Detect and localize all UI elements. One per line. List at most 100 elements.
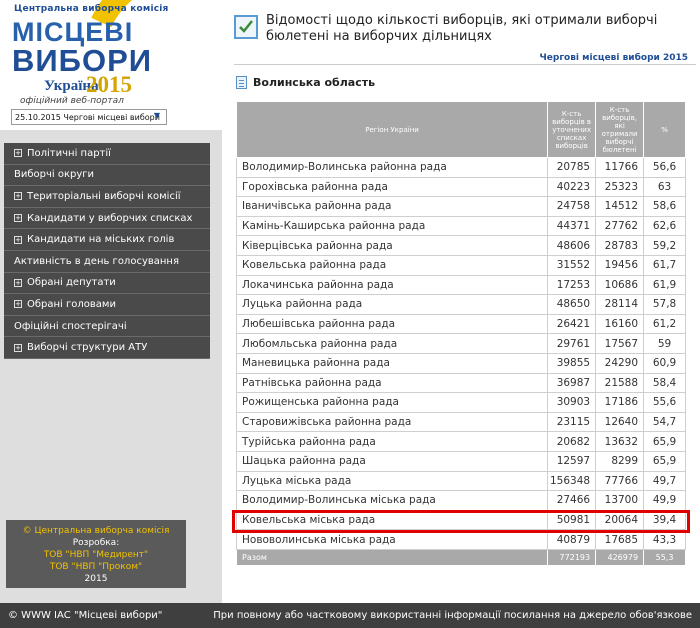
menu-item[interactable]: + Обрані депутати	[4, 273, 210, 295]
row-voters: 17253	[547, 274, 597, 296]
row-voters: 24758	[547, 196, 597, 217]
row-voters: 31552	[547, 254, 597, 276]
row-region-name: Ківерцівська районна рада	[235, 235, 549, 256]
row-voters: 27466	[547, 490, 597, 511]
menu-item[interactable]: + Територіальні виборчі комісії	[4, 186, 210, 208]
row-region-name: Іваничівська районна рада	[235, 196, 549, 217]
row-region-name: Володимир-Волинська міська рада	[235, 490, 549, 511]
total-pct: 55,3	[643, 548, 686, 566]
logo-cvk-text: Центральна виборча комісія	[14, 4, 169, 14]
menu-item-label: Територіальні виборчі комісії	[27, 190, 181, 202]
row-voters: 48606	[547, 235, 597, 256]
plus-box-icon: +	[14, 192, 22, 201]
total-label: Разом	[235, 548, 549, 566]
footer: © WWW ІАС "Місцеві вибори" При повному а…	[0, 603, 700, 628]
table-row: Іваничівська районна рада 24758 14512 58,6	[235, 196, 686, 217]
menu-item[interactable]: + Кандидати у виборчих списках	[4, 208, 210, 230]
row-pct: 61,9	[643, 274, 686, 296]
menu-item[interactable]: + Кандидати на міських голів	[4, 229, 210, 251]
row-voters: 20682	[547, 431, 597, 452]
table-row: Ратнівська районна рада 36987 21588 58,4	[235, 372, 686, 394]
credits-dev1[interactable]: ТОВ "НВП "Медирент"	[6, 549, 186, 561]
menu-item-label: Виборчі округи	[14, 169, 95, 181]
table-row: Турійська районна рада 20682 13632 65,9	[235, 431, 686, 452]
row-region-name: Луцька міська рада	[235, 470, 549, 492]
row-pct: 63	[643, 176, 686, 198]
credits-year: 2015	[84, 574, 108, 584]
credits-copyright[interactable]: © Центральна виборча комісія	[6, 525, 186, 537]
credits-dev-label: Розробка:	[72, 538, 120, 548]
region-title: Волинська область	[236, 76, 375, 89]
menu-item[interactable]: Офіційні спостерігачі	[4, 316, 210, 338]
row-pct: 56,6	[643, 157, 686, 178]
table-row: Ковельська районна рада 31552 19456 61,7	[235, 254, 686, 276]
table-row: Локачинська районна рада 17253 10686 61,9	[235, 274, 686, 296]
table-row: Ківерцівська районна рада 48606 28783 59,2	[235, 235, 686, 256]
footer-notice: При повному або частковому використанні …	[213, 610, 692, 621]
menu-item[interactable]: + Виборчі структури АТУ	[4, 337, 210, 359]
row-voters: 20785	[547, 157, 597, 178]
election-select[interactable]: 25.10.2015 Чергові місцеві вибори ▼	[11, 109, 167, 125]
row-received: 27762	[595, 215, 645, 237]
menu-item-label: Кандидати на міських голів	[27, 234, 175, 246]
row-received: 28114	[595, 294, 645, 315]
checkbox-icon	[234, 15, 258, 39]
row-received: 13632	[595, 431, 645, 452]
row-received: 17567	[595, 333, 645, 354]
total-received: 426979	[595, 548, 645, 566]
row-received: 21588	[595, 372, 645, 394]
row-voters: 12597	[547, 450, 597, 472]
table-row: Рожищенська районна рада 30903 17186 55,6	[235, 392, 686, 413]
menu-item-label: Виборчі структури АТУ	[27, 342, 148, 354]
row-pct: 57,8	[643, 294, 686, 315]
menu-item-label: Кандидати у виборчих списках	[27, 212, 193, 224]
row-pct: 55,6	[643, 392, 686, 413]
row-received: 19456	[595, 254, 645, 276]
election-name-link[interactable]: Чергові місцеві вибори 2015	[540, 53, 688, 63]
row-pct: 62,6	[643, 215, 686, 237]
row-voters: 29761	[547, 333, 597, 354]
row-voters: 36987	[547, 372, 597, 394]
menu-item[interactable]: + Політичні партії	[4, 143, 210, 165]
row-received: 24290	[595, 352, 645, 374]
menu-item-label: Офіційні спостерігачі	[14, 320, 127, 332]
row-pct: 61,2	[643, 313, 686, 335]
plus-box-icon: +	[14, 278, 22, 287]
election-select-value: 25.10.2015 Чергові місцеві вибори	[15, 112, 160, 122]
footer-copyright: © WWW ІАС "Місцеві вибори"	[8, 610, 163, 621]
highlight-box	[232, 510, 690, 533]
table-total-row: Разом 772193 426979 55,3	[235, 548, 686, 566]
menu-item[interactable]: + Обрані головами	[4, 294, 210, 316]
row-voters: 156348	[547, 470, 597, 492]
header-pct: %	[643, 101, 686, 158]
row-voters: 39855	[547, 352, 597, 374]
document-icon	[236, 76, 247, 89]
credits-dev2[interactable]: ТОВ "НВП "Проком"	[6, 561, 186, 573]
plus-box-icon: +	[14, 149, 22, 158]
row-pct: 58,4	[643, 372, 686, 394]
row-received: 14512	[595, 196, 645, 217]
menu-item[interactable]: Виборчі округи	[4, 165, 210, 187]
row-pct: 58,6	[643, 196, 686, 217]
row-region-name: Камінь-Каширська районна рада	[235, 215, 549, 237]
row-pct: 54,7	[643, 411, 686, 433]
results-table: Регіон України К-сть виборців в уточнени…	[235, 101, 686, 566]
logo-portal-text: офіційний веб-портал	[20, 96, 124, 106]
table-row: Маневицька районна рада 39855 24290 60,9	[235, 352, 686, 374]
row-pct: 65,9	[643, 450, 686, 472]
row-received: 8299	[595, 450, 645, 472]
row-voters: 40223	[547, 176, 597, 198]
left-sidebar: Центральна виборча комісія МІСЦЕВІ ВИБОР…	[0, 0, 222, 603]
table-row: Горохівська районна рада 40223 25323 63	[235, 176, 686, 198]
row-received: 25323	[595, 176, 645, 198]
row-region-name: Старовижівська районна рада	[235, 411, 549, 433]
plus-box-icon: +	[14, 300, 22, 309]
triangle-down-icon: ▼	[153, 111, 160, 120]
plus-box-icon: +	[14, 214, 22, 223]
row-pct: 59,2	[643, 235, 686, 256]
row-received: 12640	[595, 411, 645, 433]
logo-year: 2015	[86, 72, 132, 97]
menu-item[interactable]: Активність в день голосування	[4, 251, 210, 273]
row-received: 10686	[595, 274, 645, 296]
menu-item-label: Політичні партії	[27, 147, 111, 159]
